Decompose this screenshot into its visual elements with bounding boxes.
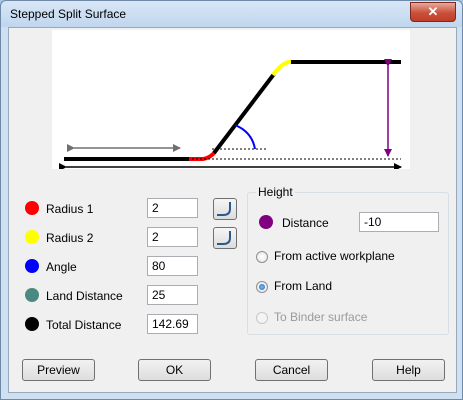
radius-2-color-dot (25, 230, 39, 244)
from-active-workplane-label: From active workplane (274, 249, 395, 263)
angle-color-dot (25, 259, 39, 273)
distance-label: Distance (282, 216, 329, 230)
to-binder-surface-label: To Binder surface (274, 310, 368, 324)
from-land-label: From Land (274, 279, 333, 293)
angle-row: Angle (9, 256, 239, 280)
land-distance-color-dot (25, 288, 39, 302)
radius-2-row: Radius 2 (9, 227, 239, 251)
radius-1-row: Radius 1 (9, 198, 239, 222)
profile-diagram (52, 30, 410, 171)
cancel-button[interactable]: Cancel (255, 359, 328, 381)
radius-1-label: Radius 1 (46, 202, 94, 216)
height-distance-field[interactable] (359, 212, 439, 232)
from-active-workplane-radio[interactable] (256, 251, 268, 263)
angle-label: Angle (46, 260, 77, 274)
close-icon: ✕ (427, 4, 439, 19)
slope-segment (212, 72, 276, 155)
radius-2-label: Radius 2 (46, 231, 94, 245)
radius-1-fillet (189, 150, 217, 161)
height-group: Height Distance From active workplane Fr… (247, 185, 449, 335)
land-distance-field[interactable] (147, 285, 198, 305)
dialog-body: Radius 1 Radius 2 Angle Land Distance (8, 27, 457, 393)
close-button[interactable]: ✕ (410, 2, 456, 22)
radius-2-field[interactable] (147, 227, 198, 247)
radio-selected-dot (259, 284, 265, 290)
fillet-icon (217, 202, 231, 216)
angle-arc (234, 124, 256, 150)
profile-diagram-svg (59, 59, 402, 171)
radius-1-field[interactable] (147, 198, 198, 218)
total-distance-field[interactable] (147, 314, 198, 334)
ok-button[interactable]: OK (138, 359, 211, 381)
window-title: Stepped Split Surface (10, 7, 127, 21)
preview-button[interactable]: Preview (22, 359, 95, 381)
land-distance-row: Land Distance (9, 285, 239, 309)
dialog-window: Stepped Split Surface ✕ Radius 1 2 Radiu… (0, 0, 463, 400)
fillet-1-button[interactable] (213, 198, 237, 220)
title-bar: Stepped Split Surface ✕ (1, 1, 462, 27)
fillet-2-button[interactable] (213, 227, 237, 249)
total-distance-row: Total Distance (9, 314, 239, 338)
total-distance-label: Total Distance (46, 318, 122, 332)
to-binder-surface-radio[interactable] (256, 312, 268, 324)
radius-1-color-dot (25, 201, 39, 215)
land-distance-label: Land Distance (46, 289, 123, 303)
radius-2-fillet (271, 60, 294, 77)
help-button[interactable]: Help (372, 359, 445, 381)
angle-field[interactable] (147, 256, 198, 276)
distance-color-dot (259, 215, 273, 229)
height-group-title: Height (256, 185, 295, 199)
total-distance-color-dot (25, 317, 39, 331)
fillet-icon (217, 231, 231, 245)
from-land-radio[interactable] (256, 281, 268, 293)
